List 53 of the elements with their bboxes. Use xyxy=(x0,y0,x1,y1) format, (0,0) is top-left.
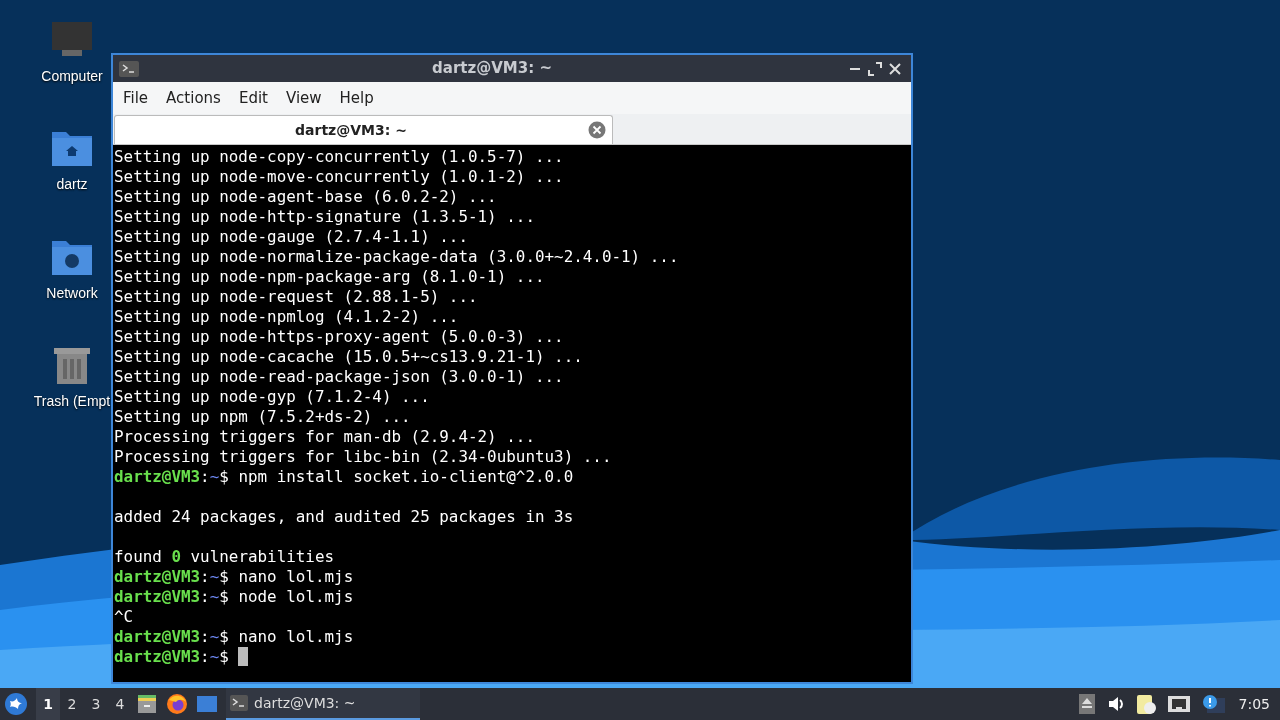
terminal-icon xyxy=(119,60,139,77)
output-line: Setting up node-gyp (7.1.2-4) ... xyxy=(114,387,430,407)
desktop-icon-label[interactable]: dartz xyxy=(56,174,88,195)
taskbar-window-button[interactable]: dartz@VM3: ~ xyxy=(226,688,420,720)
terminal-icon xyxy=(230,695,248,711)
output-line: Processing triggers for man-db (2.9.4-2) ... xyxy=(114,427,535,447)
workspace-switch[interactable]: 1 xyxy=(36,688,60,720)
output-line: added 24 packages, and audited 25 packages in 3s xyxy=(114,507,574,527)
desktop-icon-label[interactable]: Computer xyxy=(41,66,103,87)
clock[interactable]: 7:05 xyxy=(1238,693,1270,715)
file-cabinet-icon[interactable] xyxy=(136,693,158,715)
menu-item[interactable]: Edit xyxy=(229,84,277,112)
menu-item[interactable]: File xyxy=(114,84,158,112)
output-line: Setting up node-cacache (15.0.5+~cs13.9.21-1) ... xyxy=(114,347,583,367)
window-title: dartz@VM3: ~ xyxy=(431,58,553,80)
network-icon[interactable] xyxy=(1166,693,1191,715)
prompt-line: dartz@VM3:~$ nano lol.mjs xyxy=(114,567,354,587)
menu-item[interactable]: Actions xyxy=(157,84,230,112)
browser-icon[interactable] xyxy=(166,693,188,715)
prompt-line: dartz@VM3:~$ nano lol.mjs xyxy=(114,627,354,647)
notification-icon[interactable] xyxy=(1200,693,1225,715)
output-line: Setting up node-https-proxy-agent (5.0.0-3) ... xyxy=(114,327,564,347)
output-line: Setting up node-agent-base (6.0.2-2) ... xyxy=(114,187,497,207)
output-line: Setting up node-move-concurrently (1.0.1-2) ... xyxy=(114,167,564,187)
menu-item[interactable]: Help xyxy=(330,84,383,112)
output-line: Processing triggers for libc-bin (2.34-0ubuntu3) ... xyxy=(114,447,612,467)
clipboard-icon[interactable] xyxy=(1134,693,1157,715)
output-line: found 0 vulnerabilities xyxy=(114,547,335,567)
desktop-icon-label[interactable]: Network xyxy=(46,283,98,304)
prompt-line: dartz@VM3:~$ npm install socket.io-client@^2.0.0 xyxy=(114,467,574,487)
start-menu-icon[interactable] xyxy=(4,692,28,716)
terminal-tab[interactable]: dartz@VM3: ~ xyxy=(114,115,613,144)
window-icon[interactable] xyxy=(196,693,218,715)
prompt-line: dartz@VM3:~$ node lol.mjs xyxy=(114,587,354,607)
output-line: Setting up node-npm-package-arg (8.1.0-1) ... xyxy=(114,267,545,287)
volume-icon[interactable] xyxy=(1106,694,1125,714)
workspace-switch[interactable]: 4 xyxy=(108,688,132,720)
output-line: Setting up node-gauge (2.7.4-1.1) ... xyxy=(114,227,468,247)
menu-item[interactable]: View xyxy=(276,84,331,112)
workspace-switch[interactable]: 2 xyxy=(60,688,84,720)
output-line: Setting up node-request (2.88.1-5) ... xyxy=(114,287,478,307)
desktop-icon-label[interactable]: Trash (Empt xyxy=(33,391,111,412)
output-line: Setting up node-http-signature (1.3.5-1) ... xyxy=(114,207,535,227)
eject-icon[interactable] xyxy=(1076,693,1097,715)
workspace-switch[interactable]: 3 xyxy=(84,688,108,720)
output-line: ^C xyxy=(114,607,134,627)
output-line: Setting up node-normalize-package-data (3.0.0+~2.4.0-1) ... xyxy=(114,247,679,267)
output-line: Setting up node-read-package-json (3.0.0-1) ... xyxy=(114,367,564,387)
output-line: Setting up npm (7.5.2+ds-2) ... xyxy=(114,407,411,427)
prompt-line: dartz@VM3:~$ xyxy=(114,647,230,667)
output-line: Setting up node-copy-concurrently (1.0.5-7) ... xyxy=(114,147,564,167)
close-tab-icon[interactable] xyxy=(587,120,607,140)
output-line: Setting up node-npmlog (4.1.2-2) ... xyxy=(114,307,459,327)
